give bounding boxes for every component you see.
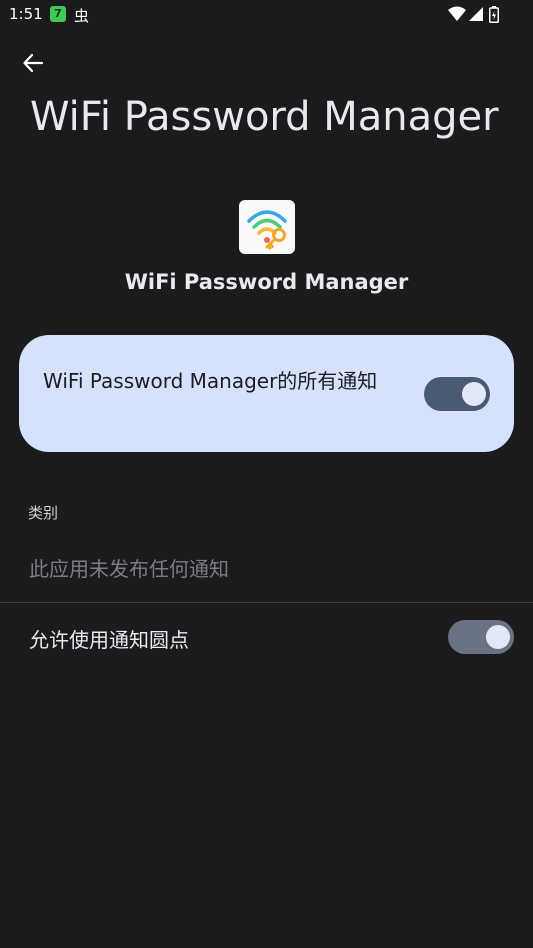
status-time: 1:51 xyxy=(9,5,43,23)
wifi-status-icon xyxy=(448,6,466,26)
page-title: WiFi Password Manager xyxy=(30,94,499,140)
category-header: 类别 xyxy=(28,504,59,522)
notification-dots-label: 允许使用通知圆点 xyxy=(29,628,189,652)
back-arrow-icon xyxy=(23,53,44,73)
all-notifications-toggle-row[interactable]: WiFi Password Manager的所有通知 xyxy=(19,335,514,452)
status-bar: 1:51 7 虫 xyxy=(0,0,533,30)
back-button[interactable] xyxy=(16,46,50,80)
bug-notification-icon: 虫 xyxy=(74,7,90,25)
all-notifications-label: WiFi Password Manager的所有通知 xyxy=(43,369,378,393)
switch-thumb xyxy=(462,382,486,406)
no-notifications-message: 此应用未发布任何通知 xyxy=(29,557,229,581)
battery-icon xyxy=(489,6,499,27)
app-name: WiFi Password Manager xyxy=(124,270,409,294)
notification-dots-switch[interactable] xyxy=(448,620,514,654)
cell-signal-icon xyxy=(468,6,484,26)
divider xyxy=(0,602,533,603)
app-icon xyxy=(239,200,295,254)
switch-thumb xyxy=(486,625,510,649)
all-notifications-switch[interactable] xyxy=(424,377,490,411)
notification-badge-icon: 7 xyxy=(50,6,66,22)
